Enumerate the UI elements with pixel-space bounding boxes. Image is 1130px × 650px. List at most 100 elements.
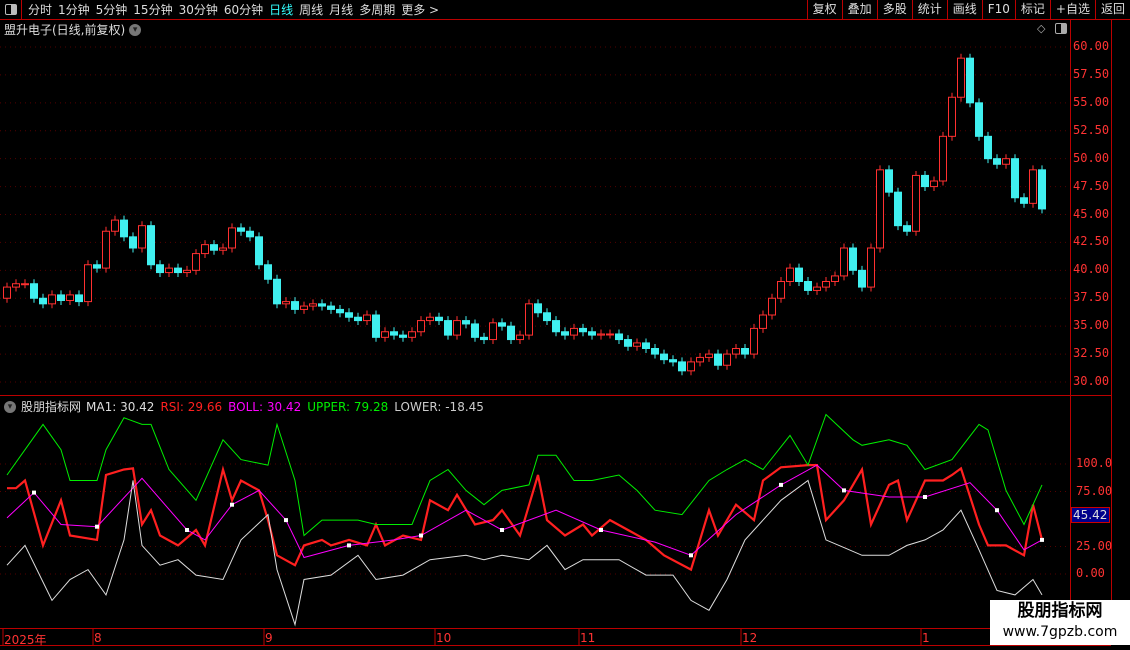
price-tick-label: 60.00 [1073,39,1110,53]
candle-down [318,303,326,307]
candle-down [534,303,542,314]
candle-up [768,297,776,316]
candle-up [201,244,209,255]
candle-up [705,353,713,358]
candle-up [939,135,947,182]
boll-marker [1040,537,1044,542]
candle-up [282,301,290,305]
candle-down [129,236,137,249]
price-tick-label: 47.50 [1073,178,1110,193]
indicator-value-label: BOLL: 30.42 [228,399,302,414]
candle-down [975,102,983,137]
candle-down [921,174,929,188]
candle-up [219,247,227,251]
boll-marker [347,543,351,548]
candle-down [966,57,974,104]
date-axis-bottom [0,645,1111,646]
candle-down [579,327,587,333]
axis-divider [1070,20,1071,645]
indicator-value-label: LOWER: -18.45 [394,399,484,414]
candle-down [885,169,893,193]
candle-down [1038,169,1046,210]
boll-marker [923,495,927,499]
candle-down [246,230,254,238]
chevron-down-icon[interactable]: ▾ [4,400,16,413]
candle-up [300,305,308,310]
candle-down [471,323,479,338]
candle-up [867,247,875,288]
boll-marker [500,528,504,532]
boll-marker [185,528,189,532]
indicator-title: ▾ 股朋指标网 MA1: 30.42 RSI: 29.66 BOLL: 30.42 U… [4,398,484,415]
candle-down [561,331,569,336]
date-label: 12 [742,631,758,645]
price-tick-label: 50.00 [1073,150,1110,165]
candle-down [894,191,902,227]
candle-down [264,264,272,280]
right-side-panel [1111,20,1130,645]
candle-down [849,247,857,271]
candle-down [669,359,677,363]
candle-down [273,278,281,305]
indicator-tick-label: 75.00 [1076,483,1113,498]
candle-down [588,331,596,336]
date-label: 10 [436,631,452,645]
candle-down [291,301,299,310]
candle-down [174,267,182,274]
candle-down [399,334,407,338]
price-tick-label: 35.00 [1073,318,1110,333]
candle-up [48,294,56,305]
candle-up [3,286,11,299]
candle-down [372,314,380,338]
price-tick-label: 32.50 [1073,346,1110,361]
boll-marker [842,488,846,493]
candle-down [678,361,686,372]
indicator-name: 股朋指标网 [21,400,82,414]
price-chart[interactable] [0,0,1070,645]
candle-up [786,267,794,283]
candle-down [714,353,722,366]
candle-up [876,169,884,249]
candle-up [687,361,695,372]
candle-down [1020,197,1028,204]
price-tick-label: 45.00 [1073,206,1110,221]
candle-down [336,308,344,314]
toolbar-button[interactable]: 返回 [1094,0,1130,19]
candle-down [327,305,335,310]
candle-up [723,353,731,366]
candle-up [66,294,74,301]
price-tick-label: 42.50 [1073,234,1110,249]
watermark-url: www.7gpzb.com [1002,624,1118,640]
candle-down [93,264,101,269]
candle-up [408,331,416,338]
series-rsi-line [7,464,1044,572]
candle-up [309,303,317,307]
candle-up [930,180,938,188]
candle-down [624,339,632,347]
candle-down [444,320,452,336]
boll-marker [995,508,999,513]
candle-up [948,96,956,137]
candle-up [1029,169,1037,204]
candle-down [345,312,353,318]
candle-down [615,333,623,341]
candle-down [858,269,866,288]
candle-up [165,267,173,274]
candle-up [822,281,830,288]
price-tick-label: 40.00 [1073,262,1110,277]
price-tick-label: 55.00 [1073,94,1110,109]
candle-down [462,320,470,325]
boll-marker [779,482,783,487]
boll-marker [419,533,423,538]
candle-up [777,281,785,299]
candle-down [984,135,992,160]
candle-down [255,236,263,266]
boll-marker [95,524,99,529]
candle-up [102,230,110,269]
candle-down [804,281,812,291]
candle-up [840,247,848,277]
date-label: 9 [265,631,273,645]
series-boll-line [6,464,1043,559]
candle-up [12,283,20,288]
price-tick-label: 52.50 [1073,122,1110,137]
